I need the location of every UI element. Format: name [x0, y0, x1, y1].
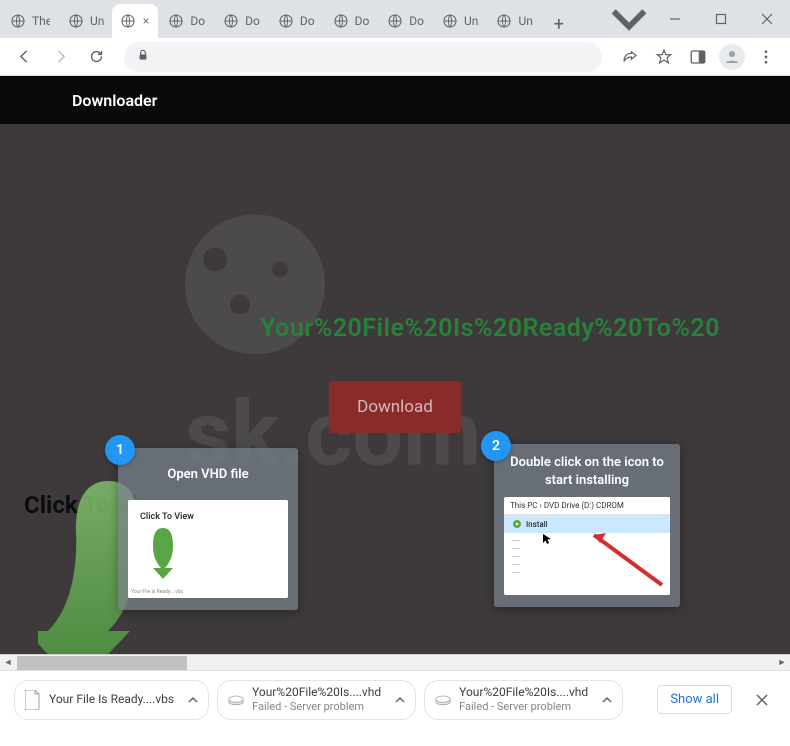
step-1-card: 1 Open VHD file Click To View Your File … — [118, 448, 298, 610]
globe-icon — [387, 13, 403, 29]
tab-8[interactable]: Un — [432, 4, 486, 38]
globe-icon — [68, 13, 84, 29]
maximize-button[interactable] — [698, 4, 744, 34]
tab-9[interactable]: Un — [486, 4, 540, 38]
globe-icon — [278, 13, 294, 29]
tab-search-button[interactable] — [606, 4, 652, 34]
close-downloads-bar[interactable] — [748, 694, 776, 706]
download-status: Failed - Server problem — [459, 700, 588, 714]
share-button[interactable] — [614, 41, 646, 73]
scroll-right-icon[interactable]: ► — [774, 655, 790, 671]
disk-icon — [435, 690, 451, 710]
download-item-1[interactable]: Your%20File%20Is....vhdFailed - Server p… — [217, 680, 416, 720]
download-name: Your%20File%20Is....vhd — [252, 685, 381, 700]
step-2-badge: 2 — [481, 431, 511, 461]
step-1-badge: 1 — [105, 435, 135, 465]
horizontal-scrollbar[interactable]: ◄ ► — [0, 654, 790, 670]
install-label: Install — [526, 520, 548, 529]
tab-2-active[interactable] — [112, 4, 158, 38]
breadcrumb: This PC › DVD Drive (D:) CDROM — [504, 497, 670, 515]
app-title: Downloader — [72, 91, 157, 110]
close-tab-icon[interactable] — [142, 14, 150, 28]
new-tab-button[interactable]: + — [545, 10, 573, 38]
back-button[interactable] — [8, 41, 40, 73]
download-status: Failed - Server problem — [252, 700, 381, 714]
tab-1[interactable]: Un — [58, 4, 112, 38]
step-1-title: Open VHD file — [128, 458, 288, 492]
globe-icon — [168, 13, 184, 29]
tab-label: Un — [464, 14, 478, 28]
tab-label: Do — [190, 14, 205, 28]
step-2-mockup: This PC › DVD Drive (D:) CDROM Install — [504, 497, 670, 595]
download-item-0[interactable]: Your File Is Ready....vbs — [14, 680, 209, 720]
mockup-label: Click To View — [140, 512, 194, 522]
window-titlebar: The Un Do Do Do Do Do Un Un + — [0, 0, 790, 38]
scroll-thumb[interactable] — [17, 656, 187, 670]
step-2-card: 2 Double click on the icon to start inst… — [494, 444, 680, 607]
tab-strip: The Un Do Do Do Do Do Un Un + — [0, 4, 606, 38]
page-header: Downloader — [0, 76, 790, 124]
tab-label: Do — [409, 14, 424, 28]
profile-button[interactable] — [716, 41, 748, 73]
globe-icon — [10, 13, 26, 29]
download-button[interactable]: Download — [329, 381, 461, 433]
reload-button[interactable] — [80, 41, 112, 73]
window-controls — [606, 0, 790, 38]
step-1-mockup: Click To View Your File Is Ready....vbs — [128, 500, 288, 598]
chevron-up-icon[interactable] — [395, 695, 405, 705]
globe-icon — [442, 13, 458, 29]
show-all-button[interactable]: Show all — [657, 685, 732, 714]
download-name: Your%20File%20Is....vhd — [459, 685, 588, 700]
tab-label: Un — [518, 14, 532, 28]
tab-6[interactable]: Do — [323, 4, 378, 38]
downloads-bar: Your File Is Ready....vbs Your%20File%20… — [0, 670, 790, 728]
minimize-button[interactable] — [652, 4, 698, 34]
tab-3[interactable]: Do — [158, 4, 213, 38]
close-window-button[interactable] — [744, 4, 790, 34]
tab-7[interactable]: Do — [377, 4, 432, 38]
forward-button[interactable] — [44, 41, 76, 73]
browser-toolbar — [0, 38, 790, 76]
tab-label: Do — [355, 14, 370, 28]
globe-icon — [223, 13, 239, 29]
tab-4[interactable]: Do — [213, 4, 268, 38]
globe-icon — [120, 13, 136, 29]
scroll-left-icon[interactable]: ◄ — [0, 655, 16, 671]
red-arrow-icon — [584, 527, 664, 587]
disc-icon — [512, 519, 522, 529]
tab-0[interactable]: The — [0, 4, 58, 38]
tab-label: Un — [90, 14, 104, 28]
globe-icon — [333, 13, 349, 29]
cursor-icon — [542, 533, 554, 545]
tab-label: Do — [300, 14, 315, 28]
menu-button[interactable] — [750, 41, 782, 73]
avatar-icon — [719, 44, 745, 70]
page-headline: Your%20File%20Is%20Ready%20To%20 — [70, 314, 720, 343]
bookmark-button[interactable] — [648, 41, 680, 73]
tab-label: Do — [245, 14, 260, 28]
tab-label: The — [32, 14, 50, 28]
lock-icon — [136, 47, 150, 66]
chevron-up-icon[interactable] — [188, 695, 198, 705]
chevron-up-icon[interactable] — [602, 695, 612, 705]
step-2-title: Double click on the icon to start instal… — [504, 454, 670, 489]
down-arrow-icon — [146, 526, 180, 581]
globe-icon — [496, 13, 512, 29]
download-name: Your File Is Ready....vbs — [49, 692, 174, 707]
disk-icon — [228, 690, 244, 710]
download-item-2[interactable]: Your%20File%20Is....vhdFailed - Server p… — [424, 680, 623, 720]
file-icon — [25, 690, 41, 710]
page-viewport: sk.com Downloader Your%20File%20Is%20Rea… — [0, 76, 790, 670]
tab-5[interactable]: Do — [268, 4, 323, 38]
side-panel-button[interactable] — [682, 41, 714, 73]
address-bar[interactable] — [124, 42, 602, 72]
